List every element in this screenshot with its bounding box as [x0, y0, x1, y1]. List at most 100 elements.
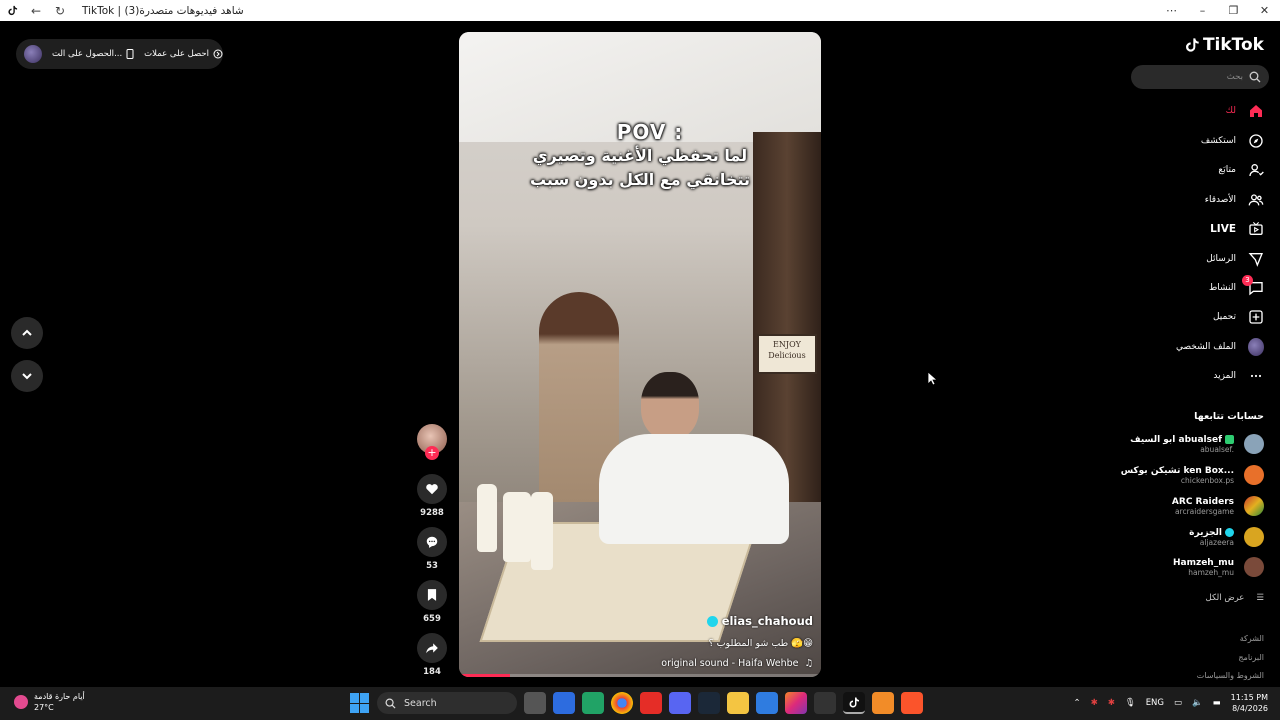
like-button[interactable] [417, 474, 447, 504]
video-author[interactable]: elias_chahoud [661, 614, 813, 628]
file-explorer-icon[interactable] [727, 692, 749, 714]
maximize-icon[interactable]: ❐ [1218, 4, 1249, 17]
tray-app-icon[interactable]: ✱ [1108, 698, 1115, 708]
following-account[interactable]: ARC Raiders arcraidersgame [1172, 496, 1264, 516]
get-app-button[interactable]: الحصول على الت... [52, 49, 134, 59]
discord-icon[interactable] [669, 692, 691, 714]
next-video-button[interactable] [11, 360, 43, 392]
following-account[interactable]: الجزيرة aljazeera [1189, 527, 1264, 547]
network-icon[interactable]: ▭ [1174, 698, 1182, 708]
chevron-up-icon[interactable]: ⌃ [1074, 698, 1081, 708]
more-icon [1248, 368, 1264, 384]
verified-icon [1225, 528, 1234, 537]
save-button[interactable] [417, 580, 447, 610]
sidebar-item-friends[interactable]: الأصدقاء [1205, 192, 1264, 208]
avatar [1244, 496, 1264, 516]
task-view-icon[interactable] [524, 692, 546, 714]
following-accounts-title: حسابات تتابعها [1194, 411, 1264, 422]
video-scene-man [599, 372, 789, 544]
instagram-icon[interactable] [785, 692, 807, 714]
settings-icon[interactable] [814, 692, 836, 714]
taskbar-apps: Search [350, 692, 923, 714]
taskbar-search[interactable]: Search [377, 692, 517, 714]
microphone-icon[interactable]: 🎙 [1125, 698, 1136, 708]
tiktok-taskbar-icon[interactable] [843, 692, 865, 714]
back-icon[interactable]: ← [30, 4, 42, 18]
chevron-down-icon [22, 373, 32, 380]
tiktok-logo[interactable]: TikTok [1184, 35, 1264, 55]
comment-count: 53 [426, 561, 438, 571]
close-icon[interactable]: ✕ [1249, 4, 1280, 17]
brave-icon[interactable] [901, 692, 923, 714]
following-account[interactable]: تشيكن بوكس ken Box... chickenbox.ps [1121, 465, 1264, 485]
sidebar-item-more[interactable]: المزيد [1213, 368, 1264, 384]
avatar[interactable] [24, 45, 42, 63]
coin-icon [213, 49, 223, 59]
live-icon [1248, 221, 1264, 237]
reload-icon[interactable]: ↻ [54, 4, 66, 18]
footer-link-company[interactable]: الشركة [1240, 634, 1264, 643]
phone-icon [126, 49, 134, 59]
soundcloud-icon[interactable] [872, 692, 894, 714]
video-scene-bottle [531, 492, 553, 570]
tiktok-app: الحصول على الت... احصل على عملات ENJOY D… [0, 21, 1280, 687]
upload-icon [1248, 309, 1264, 325]
youtube-icon[interactable] [640, 692, 662, 714]
chevron-up-icon [22, 329, 32, 336]
volume-icon[interactable]: 🔈 [1192, 698, 1203, 708]
steam-icon[interactable] [698, 692, 720, 714]
store-icon[interactable] [553, 692, 575, 714]
sidebar-item-following[interactable]: متابَع [1218, 162, 1264, 178]
sidebar-item-activity[interactable]: النشاط 3 [1209, 275, 1264, 296]
sidebar: TikTok بحث لك استكشف متابَع الأصدقاء LIV… [1120, 21, 1280, 687]
avatar [1244, 434, 1264, 454]
mouse-cursor-icon [927, 371, 937, 386]
clock[interactable]: 11:15 PM 8/4/2026 [1231, 692, 1268, 714]
tiktok-logo-icon [1185, 38, 1199, 52]
video-scene-bottle [477, 484, 497, 552]
comment-button[interactable] [417, 527, 447, 557]
window-title: TikTok | شاهد فيديوهات متصدرة(3) [82, 4, 244, 17]
share-button[interactable] [417, 633, 447, 663]
verified-square-icon [1225, 435, 1234, 444]
app-icon[interactable] [756, 692, 778, 714]
video-progress-bar[interactable] [459, 674, 821, 677]
sidebar-item-upload[interactable]: تحميل [1213, 309, 1264, 325]
sidebar-item-messages[interactable]: الرسائل [1206, 251, 1264, 267]
taskbar: أيام حارة قادمة 27°C Search ⌃ ✱ ✱ 🎙 ENG … [0, 687, 1280, 720]
sidebar-item-for-you[interactable]: لك [1226, 103, 1264, 119]
weather-widget[interactable]: أيام حارة قادمة 27°C [14, 691, 85, 713]
search-icon[interactable] [1249, 71, 1261, 83]
sidebar-item-live[interactable]: LIVE [1210, 221, 1264, 237]
avatar [1248, 338, 1264, 356]
video-progress-fill [459, 674, 510, 677]
minimize-icon[interactable]: – [1187, 4, 1218, 17]
menu-dots-icon[interactable]: ⋯ [1156, 4, 1187, 17]
share-count: 184 [423, 667, 441, 677]
see-all-link[interactable]: عرض الكل ☰ [1206, 593, 1264, 603]
coins-pill: الحصول على الت... احصل على عملات [16, 39, 223, 69]
avatar [1244, 465, 1264, 485]
author-avatar[interactable]: + [417, 424, 447, 460]
music-note-icon: ♫ [804, 658, 813, 669]
sidebar-item-profile[interactable]: الملف الشخصي [1176, 338, 1264, 356]
tray-app-icon[interactable]: ✱ [1091, 698, 1098, 708]
footer-link-program[interactable]: البرنامج [1238, 653, 1264, 662]
windows-start-icon[interactable] [350, 693, 370, 713]
xbox-icon[interactable] [582, 692, 604, 714]
follow-plus-icon[interactable]: + [425, 446, 439, 460]
battery-icon[interactable]: ▬ [1213, 698, 1221, 708]
system-tray: ⌃ ✱ ✱ 🎙 ENG ▭ 🔈 ▬ 11:15 PM 8/4/2026 [1074, 692, 1268, 714]
video-player[interactable]: ENJOY Delicious POV : لما تحفظي الأغنية … [459, 32, 821, 677]
search-input[interactable]: بحث [1131, 65, 1269, 89]
get-coins-button[interactable]: احصل على عملات [144, 49, 223, 59]
footer-link-terms[interactable]: الشروط والسياسات [1197, 671, 1264, 680]
language-indicator[interactable]: ENG [1146, 698, 1164, 708]
following-account[interactable]: Hamzeh_mu hamzeh_mu [1173, 557, 1264, 577]
sidebar-item-explore[interactable]: استكشف [1201, 133, 1264, 149]
chrome-icon[interactable] [611, 692, 633, 714]
user-follow-icon [1248, 162, 1264, 178]
following-account[interactable]: ابو السيف abualsef abualsef. [1130, 434, 1264, 454]
video-sound[interactable]: original sound - Haifa Wehbe ♫ [661, 658, 813, 669]
previous-video-button[interactable] [11, 317, 43, 349]
